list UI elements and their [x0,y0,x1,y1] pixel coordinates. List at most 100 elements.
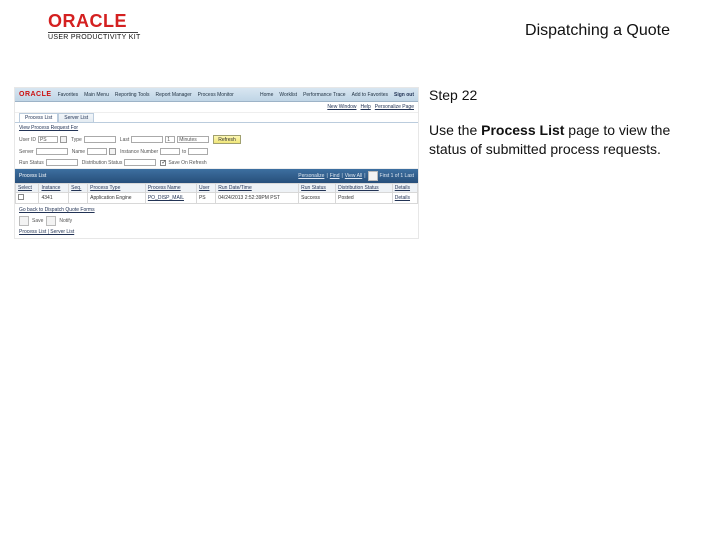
thumb-breadcrumb[interactable]: Report Manager [156,92,192,98]
thumb-breadcrumb[interactable]: Main Menu [84,92,109,98]
label-server: Server [19,149,34,155]
grid-personalize-link[interactable]: Personalize [298,173,324,179]
cell-seq [69,193,88,204]
thumb-personalize-link[interactable]: Personalize Page [375,104,414,110]
label-dist-status: Distribution Status [82,160,123,166]
input-instance-from[interactable] [160,148,180,155]
cell-runstatus: Success [299,193,336,204]
grid-viewall-link[interactable]: View All [345,173,362,179]
thumb-new-window-link[interactable]: New Window [327,104,356,110]
col-details[interactable]: Details [392,184,417,193]
thumb-section-title-row: View Process Request For [15,123,418,133]
thumb-breadcrumb[interactable]: Reporting Tools [115,92,150,98]
cell-rundt: 04/24/2013 2:52:39PM PST [216,193,299,204]
label-name: Name [72,149,85,155]
tab-server-list[interactable]: Server List [58,113,94,122]
thumb-nav-worklist[interactable]: Worklist [279,92,297,98]
embedded-screenshot: ORACLE Favorites Main Menu Reporting Too… [14,87,419,239]
label-last: Last [120,137,129,143]
table-row: 4341 Application Engine PO_DISP_MAIL PS … [16,193,418,204]
page-header: ORACLE USER PRODUCTIVITY KIT Dispatching… [0,0,720,47]
product-line: USER PRODUCTIVITY KIT [48,34,141,41]
tab-process-list[interactable]: Process List [19,113,58,122]
oracle-wordmark: ORACLE [48,12,141,30]
label-run-status: Run Status [19,160,44,166]
input-last-n[interactable]: 1 [165,136,175,143]
thumb-tabs: Process List Server List [15,113,418,123]
label-instance: Instance Number [120,149,158,155]
thumb-breadcrumb[interactable]: Process Monitor [198,92,234,98]
thumb-nav-signout[interactable]: Sign out [394,92,414,98]
thumb-nav-bar: ORACLE Favorites Main Menu Reporting Too… [15,88,418,102]
col-runstatus[interactable]: Run Status [299,184,336,193]
save-label[interactable]: Save [32,218,43,224]
brand-logo-block: ORACLE USER PRODUCTIVITY KIT [48,12,141,41]
label-user-id: User ID [19,137,36,143]
grid-title: Process List [19,173,46,179]
notify-icon[interactable] [46,216,56,226]
select-run-status[interactable] [46,159,78,166]
thumb-oracle-wordmark: ORACLE [19,91,52,98]
select-server[interactable] [36,148,68,155]
select-last[interactable] [131,136,163,143]
cell-diststatus: Posted [336,193,393,204]
grid-find-link[interactable]: Find [330,173,340,179]
process-monitor-thumb: ORACLE Favorites Main Menu Reporting Too… [14,87,419,239]
instruction-pane: Step 22 Use the Process List page to vie… [419,87,720,239]
instr-bold: Process List [481,122,564,138]
step-instruction: Use the Process List page to view the st… [429,121,700,159]
lookup-icon[interactable] [60,136,67,143]
thumb-help-link[interactable]: Help [361,104,371,110]
topic-title: Dispatching a Quote [525,12,690,40]
table-header-row: Select Instance Seq. Process Type Proces… [16,184,418,193]
col-select[interactable]: Select [16,184,39,193]
grid-pager: Personalize | Find | View All | First 1 … [298,171,414,181]
col-instance[interactable]: Instance [39,184,69,193]
grid-pager-text: First 1 of 1 Last [380,173,414,179]
col-diststatus[interactable]: Distribution Status [336,184,393,193]
go-back-link[interactable]: Go back to Dispatch Quote Forms [19,207,95,213]
thumb-filter-row-1: User ID PS Type Last 1 Minutes Refresh [15,133,418,146]
label-to: to [182,149,186,155]
thumb-breadcrumb[interactable]: Favorites [58,92,79,98]
col-pname[interactable]: Process Name [145,184,196,193]
grid-zoom-icon[interactable] [368,171,378,181]
thumb-nav-perf[interactable]: Performance Trace [303,92,346,98]
process-list-table: Select Instance Seq. Process Type Proces… [15,183,418,204]
select-dist-status[interactable] [124,159,156,166]
lookup-icon[interactable] [109,148,116,155]
footer-tabs[interactable]: Process List | Server List [19,229,74,235]
col-rundt[interactable]: Run Date/Time [216,184,299,193]
col-seq[interactable]: Seq. [69,184,88,193]
cell-pname-link[interactable]: PO_DISP_MAIL [148,195,184,201]
thumb-nav-home[interactable]: Home [260,92,273,98]
notify-label[interactable]: Notify [59,218,72,224]
refresh-button[interactable]: Refresh [213,135,241,144]
select-last-unit[interactable]: Minutes [177,136,209,143]
thumb-filter-row-3: Run Status Distribution Status Save On R… [15,157,418,169]
select-type[interactable] [84,136,116,143]
thumb-util-row: New Window Help Personalize Page [15,102,418,113]
thumb-section-title: View Process Request For [19,125,78,131]
thumb-filter-row-2: Server Name Instance Number to [15,146,418,157]
cell-details-link[interactable]: Details [395,195,410,201]
cell-ptype: Application Engine [88,193,146,204]
cell-instance: 4341 [39,193,69,204]
input-user-id[interactable]: PS [38,136,58,143]
col-ptype[interactable]: Process Type [88,184,146,193]
row-select-checkbox[interactable] [18,194,24,200]
instr-pre: Use the [429,122,481,138]
cell-user: PS [196,193,215,204]
input-name[interactable] [87,148,107,155]
main-region: ORACLE Favorites Main Menu Reporting Too… [0,87,720,239]
step-number: Step 22 [429,87,700,103]
checkbox-save-on-refresh[interactable] [160,160,166,166]
label-save-on-refresh: Save On Refresh [168,160,206,166]
input-instance-to[interactable] [188,148,208,155]
thumb-below-grid: Go back to Dispatch Quote Forms Save Not… [15,204,418,238]
save-icon[interactable] [19,216,29,226]
grid-header-bar: Process List Personalize | Find | View A… [15,169,418,183]
brand-divider [48,32,138,33]
col-user[interactable]: User [196,184,215,193]
thumb-nav-fav[interactable]: Add to Favorites [352,92,388,98]
